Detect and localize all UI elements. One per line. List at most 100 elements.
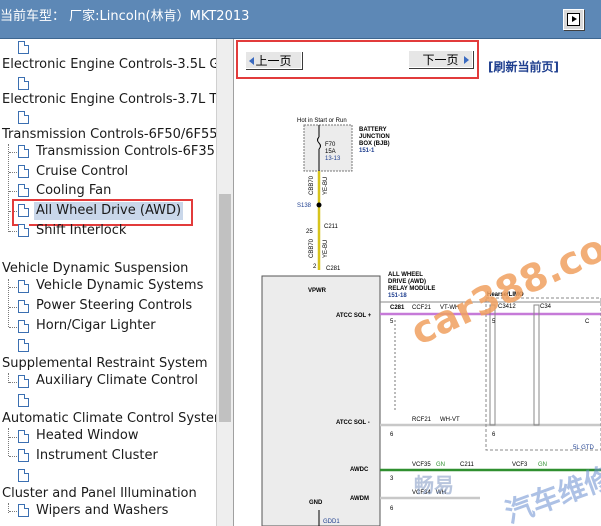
diagram-pane: Hot in Start or Run BATTERY JUNCTION BOX… (234, 39, 601, 526)
bjb-box (303, 124, 353, 172)
c34-label: C34 (540, 304, 552, 310)
module-label-2: DRIVE (AWD) (388, 279, 426, 285)
tree-node-vehicle-dynamic-systems[interactable]: Vehicle Dynamic Systems (36, 277, 203, 295)
vpwr-label: VPWR (308, 288, 327, 294)
document-icon (18, 339, 29, 352)
pin-6c: 6 (492, 432, 496, 438)
tree-node-auxiliary-climate[interactable]: Auxiliary Climate Control (36, 372, 198, 390)
tree-node-shift-interlock[interactable]: Shift Interlock (36, 222, 126, 240)
tree-node-engine-37[interactable]: Electronic Engine Controls-3.7L TIV (2, 91, 230, 109)
splice-dot (316, 202, 322, 208)
document-icon (18, 77, 29, 90)
c211b-label: C211 (460, 462, 475, 468)
sidebar-scrollbar[interactable] (216, 39, 233, 526)
pin-2: 2 (313, 264, 317, 270)
tree-connector (9, 382, 17, 383)
fuse-loc: 13-13 (325, 156, 341, 162)
tree-node-cluster-illumination[interactable]: Cluster and Panel Illumination (2, 485, 197, 503)
gn2-label: GN (538, 462, 547, 468)
tree-node-engine-35[interactable]: Electronic Engine Controls-3.5L GT (2, 56, 227, 74)
tree-connector (9, 231, 17, 232)
tree-node-heated-window[interactable]: Heated Window (36, 427, 138, 445)
document-icon (18, 280, 29, 293)
document-icon (18, 394, 29, 407)
gnd-wire-label: GDD1 (323, 519, 340, 525)
refresh-link[interactable]: [刷新当前页] (488, 58, 559, 75)
tree-node-transmission[interactable]: Transmission Controls-6F50/6F55 (2, 126, 218, 144)
document-icon (18, 145, 29, 158)
atcc-pos-label: ATCC SOL + (336, 313, 372, 319)
tree-node-vehicle-dynamic-suspension[interactable]: Vehicle Dynamic Suspension (2, 260, 188, 278)
document-icon (18, 111, 29, 124)
document-icon (18, 375, 29, 388)
awdc-label: AWDC (350, 467, 369, 473)
vcf3-label: VCF3 (512, 462, 528, 468)
c281-right: C281 (390, 305, 405, 311)
tree-connector (9, 437, 17, 438)
conn-c281-top: C281 (326, 266, 341, 272)
sidebar-tree: Electronic Engine Controls-3.5L GT Elect… (0, 39, 234, 526)
watermark-cn-1: 畅易 (414, 473, 454, 497)
wire1-id: CBB70 (309, 175, 315, 195)
wire2-color: YE-BU (323, 240, 329, 258)
wire1-color: YE-BU (323, 177, 329, 195)
module-label-1: ALL WHEEL (388, 272, 423, 278)
tree-node-power-steering[interactable]: Power Steering Controls (36, 297, 192, 315)
document-icon (18, 469, 29, 482)
document-icon (18, 300, 29, 313)
document-icon (18, 449, 29, 462)
tree-connector (9, 287, 17, 288)
document-icon (18, 224, 29, 237)
scrollbar-thumb[interactable] (219, 194, 231, 422)
tree-connector (9, 152, 17, 153)
splice-label: S138 (297, 203, 312, 209)
tree-node-cruise-control[interactable]: Cruise Control (36, 163, 128, 181)
wire2-id: CBB70 (309, 238, 315, 258)
bjb-label-3: BOX (BJB) (359, 141, 390, 147)
tree-node-cooling-fan[interactable]: Cooling Fan (36, 182, 111, 200)
pin-6b: 6 (390, 506, 394, 512)
tree-node-instrument-cluster[interactable]: Instrument Cluster (36, 447, 158, 465)
tree-node-wipers-washers[interactable]: Wipers and Washers (36, 502, 168, 520)
document-icon (18, 320, 29, 333)
tree-node-horn-cigar[interactable]: Horn/Cigar Lighter (36, 317, 156, 335)
tree-connector (9, 511, 17, 512)
exit-icon (567, 13, 580, 26)
tree-node-transmission-6f35[interactable]: Transmission Controls-6F35 (36, 143, 215, 161)
atcc-neg-label: ATCC SOL - (336, 420, 370, 426)
awdm-label: AWDM (350, 496, 369, 502)
exit-button[interactable] (563, 9, 584, 30)
bjb-label-2: JUNCTION (359, 134, 390, 140)
fuse-id: F70 (325, 142, 336, 148)
tree-connector (9, 307, 17, 308)
tree-connector (9, 172, 17, 173)
current-model-title: 当前车型： 厂家:Lincoln(林肯）MKT2013 (0, 9, 250, 24)
tree-connector (8, 144, 9, 232)
module-ref: 151-18 (388, 293, 407, 299)
vcf35-label: VCF35 (412, 462, 431, 468)
tree-connector (9, 191, 17, 192)
gnd-label: GND (309, 500, 323, 506)
pin-c: C (585, 319, 590, 325)
pin-6: 6 (390, 432, 394, 438)
pin-25: 25 (306, 229, 313, 235)
document-icon (18, 430, 29, 443)
tree-node-automatic-climate[interactable]: Automatic Climate Control System (2, 410, 227, 428)
tree-connector (9, 456, 17, 457)
hot-label: Hot in Start or Run (297, 118, 347, 124)
fuse-amp: 15A (325, 149, 336, 155)
pin-3: 3 (390, 476, 394, 482)
document-icon (18, 504, 29, 517)
document-icon (18, 165, 29, 178)
tree-node-srs[interactable]: Supplemental Restraint System (2, 355, 208, 373)
title-bar: 当前车型： 厂家:Lincoln(林肯）MKT2013 (0, 0, 601, 39)
document-icon (18, 184, 29, 197)
gn-label: GN (436, 462, 445, 468)
hearse-box (485, 297, 601, 451)
wh-vt-label: WH-VT (440, 417, 460, 423)
tree-connector (9, 327, 17, 328)
gt5l-label: 5L GTD (573, 445, 594, 451)
document-icon (18, 41, 29, 54)
rcf21-label: RCF21 (412, 417, 432, 423)
highlight-box-nav (236, 40, 479, 79)
